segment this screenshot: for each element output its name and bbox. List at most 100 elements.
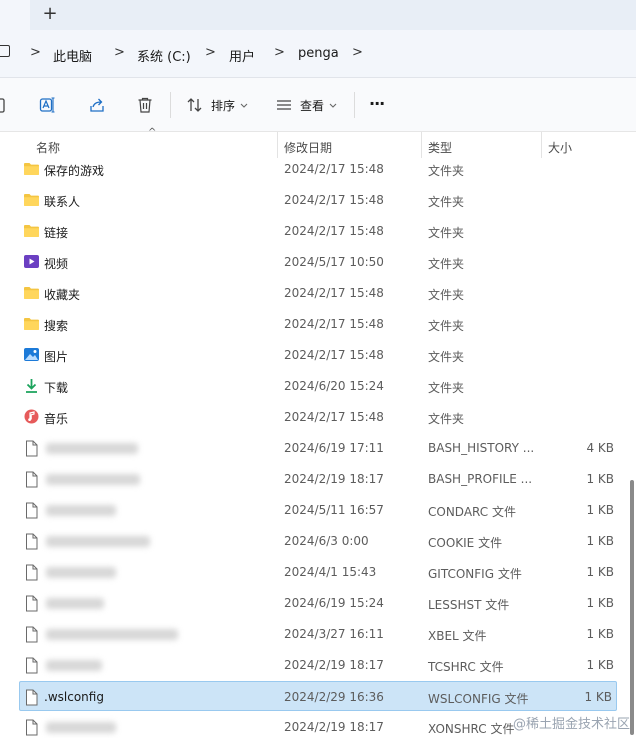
file-date: 2024/2/17 15:48 [284, 410, 384, 424]
sort-button[interactable]: 排序 [211, 97, 235, 114]
file-type: 文件夹 [428, 226, 465, 240]
chevron-right-icon[interactable]: > [30, 45, 41, 60]
file-row[interactable]: 2024/6/3 0:00 COOKIE 文件 1 KB [20, 526, 618, 556]
redacted-file-name [46, 505, 116, 516]
file-date: 2024/2/29 16:36 [284, 690, 384, 704]
pictures-folder-icon [23, 347, 40, 362]
file-date: 2024/6/20 15:24 [284, 379, 384, 393]
file-date: 2024/5/17 10:50 [284, 255, 384, 269]
folder-icon [23, 161, 40, 176]
file-name: 视频 [44, 257, 69, 271]
file-type: XBEL 文件 [428, 629, 487, 643]
file-type: 文件夹 [428, 319, 465, 333]
address-bar[interactable]: > 此电脑 > 系统 (C:) > 用户 > penga > [0, 30, 636, 78]
sort-icon[interactable] [186, 96, 204, 114]
file-size: 1 KB [586, 472, 614, 486]
chevron-right-icon[interactable]: > [352, 45, 363, 60]
file-name: 搜索 [44, 319, 69, 333]
file-type: BASH_PROFILE ... [428, 472, 533, 486]
breadcrumb-this-pc[interactable]: 此电脑 [53, 46, 92, 65]
redacted-file-name [46, 536, 150, 547]
file-size: 1 KB [584, 690, 612, 704]
file-icon [23, 440, 40, 457]
contacts-folder-icon [23, 192, 40, 207]
share-icon[interactable] [88, 96, 106, 114]
file-row[interactable]: 视频 2024/5/17 10:50 文件夹 [20, 247, 618, 277]
file-row[interactable]: 2024/6/19 17:11 BASH_HISTORY ... 4 KB [20, 433, 618, 463]
file-size: 1 KB [586, 596, 614, 610]
file-size: 1 KB [586, 534, 614, 548]
file-row[interactable]: 下载 2024/6/20 15:24 文件夹 [20, 371, 618, 401]
file-row[interactable]: 2024/5/11 16:57 CONDARC 文件 1 KB [20, 495, 618, 525]
file-size: 1 KB [586, 658, 614, 672]
file-name: 收藏夹 [44, 288, 81, 302]
file-row[interactable]: 2024/4/1 15:43 GITCONFIG 文件 1 KB [20, 557, 618, 587]
new-tab-button[interactable]: + [40, 5, 60, 25]
file-row[interactable]: 保存的游戏 2024/2/17 15:48 文件夹 [20, 154, 618, 184]
file-row-selected[interactable]: .wslconfig 2024/2/29 16:36 WSLCONFIG 文件 1 K… [19, 681, 617, 711]
file-icon [23, 689, 40, 706]
file-row[interactable]: 链接 2024/2/17 15:48 文件夹 [20, 216, 618, 246]
file-name: 音乐 [44, 412, 69, 426]
file-date: 2024/2/19 18:17 [284, 720, 384, 734]
chevron-right-icon[interactable]: > [274, 45, 285, 60]
tab-strip: + [0, 0, 636, 30]
file-name: 链接 [44, 226, 69, 240]
file-date: 2024/4/1 15:43 [284, 565, 377, 579]
folder-icon [23, 223, 40, 238]
file-type: 文件夹 [428, 288, 465, 302]
file-type: 文件夹 [428, 350, 465, 364]
rename-icon[interactable] [39, 96, 57, 114]
vertical-scrollbar[interactable] [630, 480, 634, 735]
redacted-file-name [46, 598, 104, 609]
music-icon [23, 409, 40, 424]
file-type: WSLCONFIG 文件 [428, 692, 529, 706]
file-size: 1 KB [586, 565, 614, 579]
redacted-file-name [46, 474, 140, 485]
toolbar-divider [170, 92, 171, 118]
file-date: 2024/6/3 0:00 [284, 534, 369, 548]
file-icon [23, 626, 40, 643]
redacted-file-name [46, 629, 178, 640]
breadcrumb-users[interactable]: 用户 [229, 46, 255, 65]
more-options-button[interactable]: ··· [369, 94, 385, 113]
view-icon[interactable] [275, 96, 293, 114]
file-date: 2024/2/17 15:48 [284, 317, 384, 331]
redacted-file-name [46, 567, 116, 578]
toolbar-divider [354, 92, 355, 118]
file-row[interactable]: 2024/2/19 18:17 TCSHRC 文件 1 KB [20, 650, 618, 680]
file-date: 2024/2/17 15:48 [284, 348, 384, 362]
file-date: 2024/6/19 15:24 [284, 596, 384, 610]
delete-icon[interactable] [136, 96, 154, 114]
redacted-file-name [46, 443, 138, 454]
paste-icon[interactable] [0, 96, 6, 114]
file-row[interactable]: 音乐 2024/2/17 15:48 文件夹 [20, 402, 618, 432]
file-date: 2024/5/11 16:57 [284, 503, 384, 517]
folder-icon [23, 316, 40, 331]
file-icon [23, 564, 40, 581]
file-type: XONSHRC 文件 [428, 722, 515, 736]
file-icon [23, 657, 40, 674]
file-date: 2024/2/17 15:48 [284, 224, 384, 238]
view-button[interactable]: 查看 [300, 97, 324, 114]
file-date: 2024/2/19 18:17 [284, 472, 384, 486]
file-row[interactable]: 图片 2024/2/17 15:48 文件夹 [20, 340, 618, 370]
chevron-right-icon[interactable]: > [114, 45, 125, 60]
file-row[interactable]: 2024/2/19 18:17 BASH_PROFILE ... 1 KB [20, 464, 618, 494]
file-name: 下载 [44, 381, 69, 395]
file-row[interactable]: 联系人 2024/2/17 15:48 文件夹 [20, 185, 618, 215]
file-row[interactable]: 搜索 2024/2/17 15:48 文件夹 [20, 309, 618, 339]
chevron-down-icon[interactable] [240, 103, 248, 109]
chevron-right-icon[interactable]: > [205, 45, 216, 60]
download-icon [23, 378, 40, 393]
breadcrumb-penga[interactable]: penga [298, 46, 339, 61]
file-row[interactable]: 2024/3/27 16:11 XBEL 文件 1 KB [20, 619, 618, 649]
file-row[interactable]: 2024/6/19 15:24 LESSHST 文件 1 KB [20, 588, 618, 618]
active-tab[interactable] [0, 0, 30, 30]
chevron-down-icon[interactable] [329, 103, 337, 109]
file-date: 2024/3/27 16:11 [284, 627, 384, 641]
file-row[interactable]: 收藏夹 2024/2/17 15:48 文件夹 [20, 278, 618, 308]
file-date: 2024/2/17 15:48 [284, 193, 384, 207]
breadcrumb-system-c[interactable]: 系统 (C:) [137, 46, 191, 65]
file-icon [23, 502, 40, 519]
